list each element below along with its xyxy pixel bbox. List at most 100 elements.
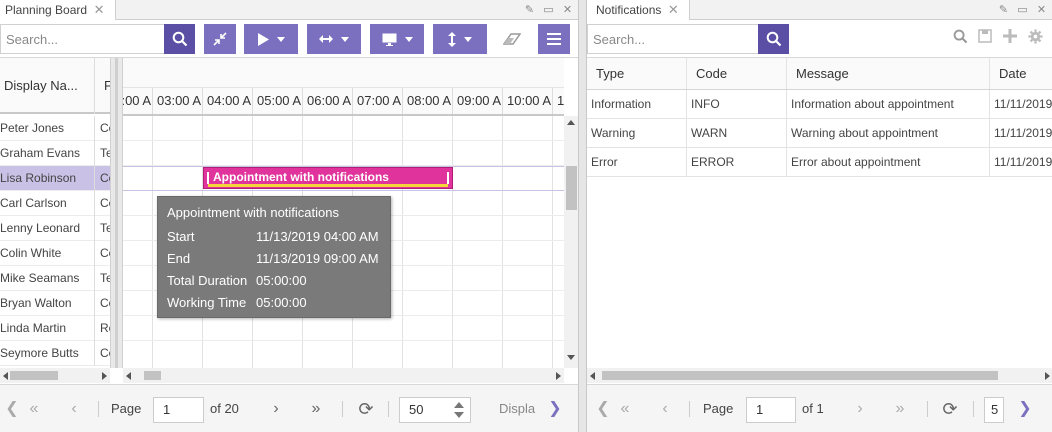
table-row[interactable]: Error ERROR Error about appointment 11/1… xyxy=(587,148,1052,177)
notifications-pager: ❮ « ‹ Page 1 of 1 › » ⟳ 5 ❯ xyxy=(587,384,1052,432)
next-page-icon[interactable]: › xyxy=(850,385,870,432)
resource-row[interactable]: Graham Evans Te xyxy=(0,141,110,166)
previous-page-icon[interactable]: ‹ xyxy=(64,385,84,432)
tooltip-end-label: End xyxy=(167,251,191,266)
column-header-second[interactable]: F xyxy=(94,58,112,114)
grid-splitter[interactable] xyxy=(110,58,123,368)
resize-handle-left[interactable] xyxy=(207,172,209,184)
view-menu-button[interactable] xyxy=(370,24,424,54)
first-page-icon[interactable]: ❮ xyxy=(4,385,20,432)
close-icon[interactable]: ✕ xyxy=(665,0,681,20)
resource-row[interactable]: Carl Carlson Co xyxy=(0,191,110,216)
notifications-search-input[interactable] xyxy=(588,25,756,53)
resource-row[interactable]: Peter Jones Co xyxy=(0,116,110,141)
first-page-icon[interactable]: ❮ xyxy=(595,385,611,432)
scroll-left-icon[interactable] xyxy=(3,372,8,380)
scroll-thumb[interactable] xyxy=(566,166,577,210)
notifications-horizontal-scrollbar[interactable] xyxy=(587,368,1052,383)
planning-search-input[interactable] xyxy=(1,25,161,53)
appointment-accent xyxy=(208,184,448,187)
cell-code: INFO xyxy=(686,90,786,118)
resource-row[interactable]: Bryan Walton Co xyxy=(0,291,110,316)
resource-row[interactable]: Mike Seamans Te xyxy=(0,266,110,291)
next-page-icon[interactable]: › xyxy=(266,385,286,432)
scroll-up-icon[interactable] xyxy=(567,120,575,125)
close-icon[interactable]: ✕ xyxy=(91,0,107,20)
edit-icon[interactable]: ✎ xyxy=(523,4,536,17)
column-header-code[interactable]: Code xyxy=(686,58,786,89)
caret-down-icon xyxy=(404,36,413,42)
refresh-icon[interactable]: ⟳ xyxy=(939,385,961,432)
collapse-button[interactable] xyxy=(204,24,236,54)
scroll-thumb[interactable] xyxy=(602,371,998,380)
last-page-icon[interactable]: » xyxy=(890,385,910,432)
last-page-icon[interactable]: » xyxy=(306,385,326,432)
refresh-icon[interactable]: ⟳ xyxy=(355,385,377,432)
resource-row[interactable]: Colin White Co xyxy=(0,241,110,266)
page-size-input[interactable]: 50 xyxy=(399,397,471,423)
clear-button[interactable] xyxy=(497,24,527,54)
resource-row-selected[interactable]: Lisa Robinson Co xyxy=(0,166,110,191)
hour-label: 09:00 AM xyxy=(452,88,502,114)
first-page-double-icon[interactable]: « xyxy=(24,385,44,432)
planning-board-tab[interactable]: Planning Board ✕ xyxy=(0,0,116,20)
maximize-icon[interactable]: ▭ xyxy=(542,4,555,17)
scroll-left-icon[interactable] xyxy=(126,372,131,380)
notifications-panel: Notifications✕ ✎ ▭ ✕ Type xyxy=(586,0,1052,432)
planning-search xyxy=(0,24,195,54)
column-header-type[interactable]: Type xyxy=(587,58,686,89)
appointment-bar[interactable]: Appointment with notifications xyxy=(203,167,453,189)
previous-page-icon[interactable]: ‹ xyxy=(655,385,675,432)
tooltip-title: Appointment with notifications xyxy=(167,205,339,220)
window-controls: ✎ ▭ ✕ xyxy=(997,0,1048,20)
scroll-down-icon[interactable] xyxy=(567,355,575,360)
resource-name: Colin White xyxy=(0,246,62,260)
table-row[interactable]: Information INFO Information about appoi… xyxy=(587,90,1052,119)
timeline-horizontal-scrollbar[interactable] xyxy=(123,368,564,383)
notifications-tabbar: Notifications ✕ ✎ ▭ ✕ xyxy=(587,0,1052,20)
resource-row[interactable]: Lenny Leonard Te xyxy=(0,216,110,241)
column-header-date[interactable]: Date xyxy=(989,58,1052,89)
resource-row[interactable]: Linda Martin Re xyxy=(0,316,110,341)
scroll-thumb[interactable] xyxy=(10,371,58,380)
resource-rows: Peter Jones Co Graham Evans Te Lisa Robins… xyxy=(0,116,110,366)
search-button[interactable] xyxy=(758,24,789,54)
resource-horizontal-scrollbar[interactable] xyxy=(0,368,110,383)
column-header-message[interactable]: Message xyxy=(786,58,989,89)
resize-handle-right[interactable] xyxy=(447,172,449,184)
spinner-icon[interactable] xyxy=(454,401,464,419)
first-page-double-icon[interactable]: « xyxy=(615,385,635,432)
notifications-tab[interactable]: Notifications ✕ xyxy=(587,0,690,20)
add-icon[interactable] xyxy=(1001,29,1019,49)
close-panel-icon[interactable]: ✕ xyxy=(561,4,574,17)
row-height-menu-button[interactable] xyxy=(433,24,487,54)
resource-row[interactable]: Seymore Butts Co xyxy=(0,341,110,366)
resize-menu-button[interactable] xyxy=(307,24,361,54)
play-menu-button[interactable] xyxy=(244,24,298,54)
column-header-display-name[interactable]: Display Na... xyxy=(4,58,78,114)
chevron-right-icon[interactable]: ❯ xyxy=(545,385,565,432)
maximize-icon[interactable]: ▭ xyxy=(1016,4,1029,17)
search-button[interactable] xyxy=(164,24,195,54)
timeline-vertical-scrollbar[interactable] xyxy=(564,116,578,368)
scroll-right-icon[interactable] xyxy=(556,372,561,380)
scroll-right-icon[interactable] xyxy=(1045,372,1050,380)
search-icon[interactable] xyxy=(951,29,969,49)
planning-board-toolbar xyxy=(0,20,578,58)
page-size-input[interactable]: 5 xyxy=(984,397,1004,423)
page-number-input[interactable]: 1 xyxy=(153,397,204,423)
planning-board-tabbar: Planning Board ✕ ✎ ▭ ✕ xyxy=(0,0,578,20)
chevron-right-icon[interactable]: ❯ xyxy=(1015,385,1035,432)
scroll-right-icon[interactable] xyxy=(102,372,107,380)
gear-icon[interactable] xyxy=(1026,29,1044,49)
monitor-icon xyxy=(382,33,396,46)
table-row[interactable]: Warning WARN Warning about appointment 1… xyxy=(587,119,1052,148)
edit-icon[interactable]: ✎ xyxy=(997,4,1010,17)
cell-message: Warning about appointment xyxy=(786,119,989,147)
scroll-thumb[interactable] xyxy=(144,371,161,380)
scroll-left-icon[interactable] xyxy=(590,372,595,380)
menu-button[interactable] xyxy=(538,24,570,54)
close-panel-icon[interactable]: ✕ xyxy=(1035,4,1048,17)
page-number-input[interactable]: 1 xyxy=(746,397,796,423)
save-icon[interactable] xyxy=(976,29,994,49)
